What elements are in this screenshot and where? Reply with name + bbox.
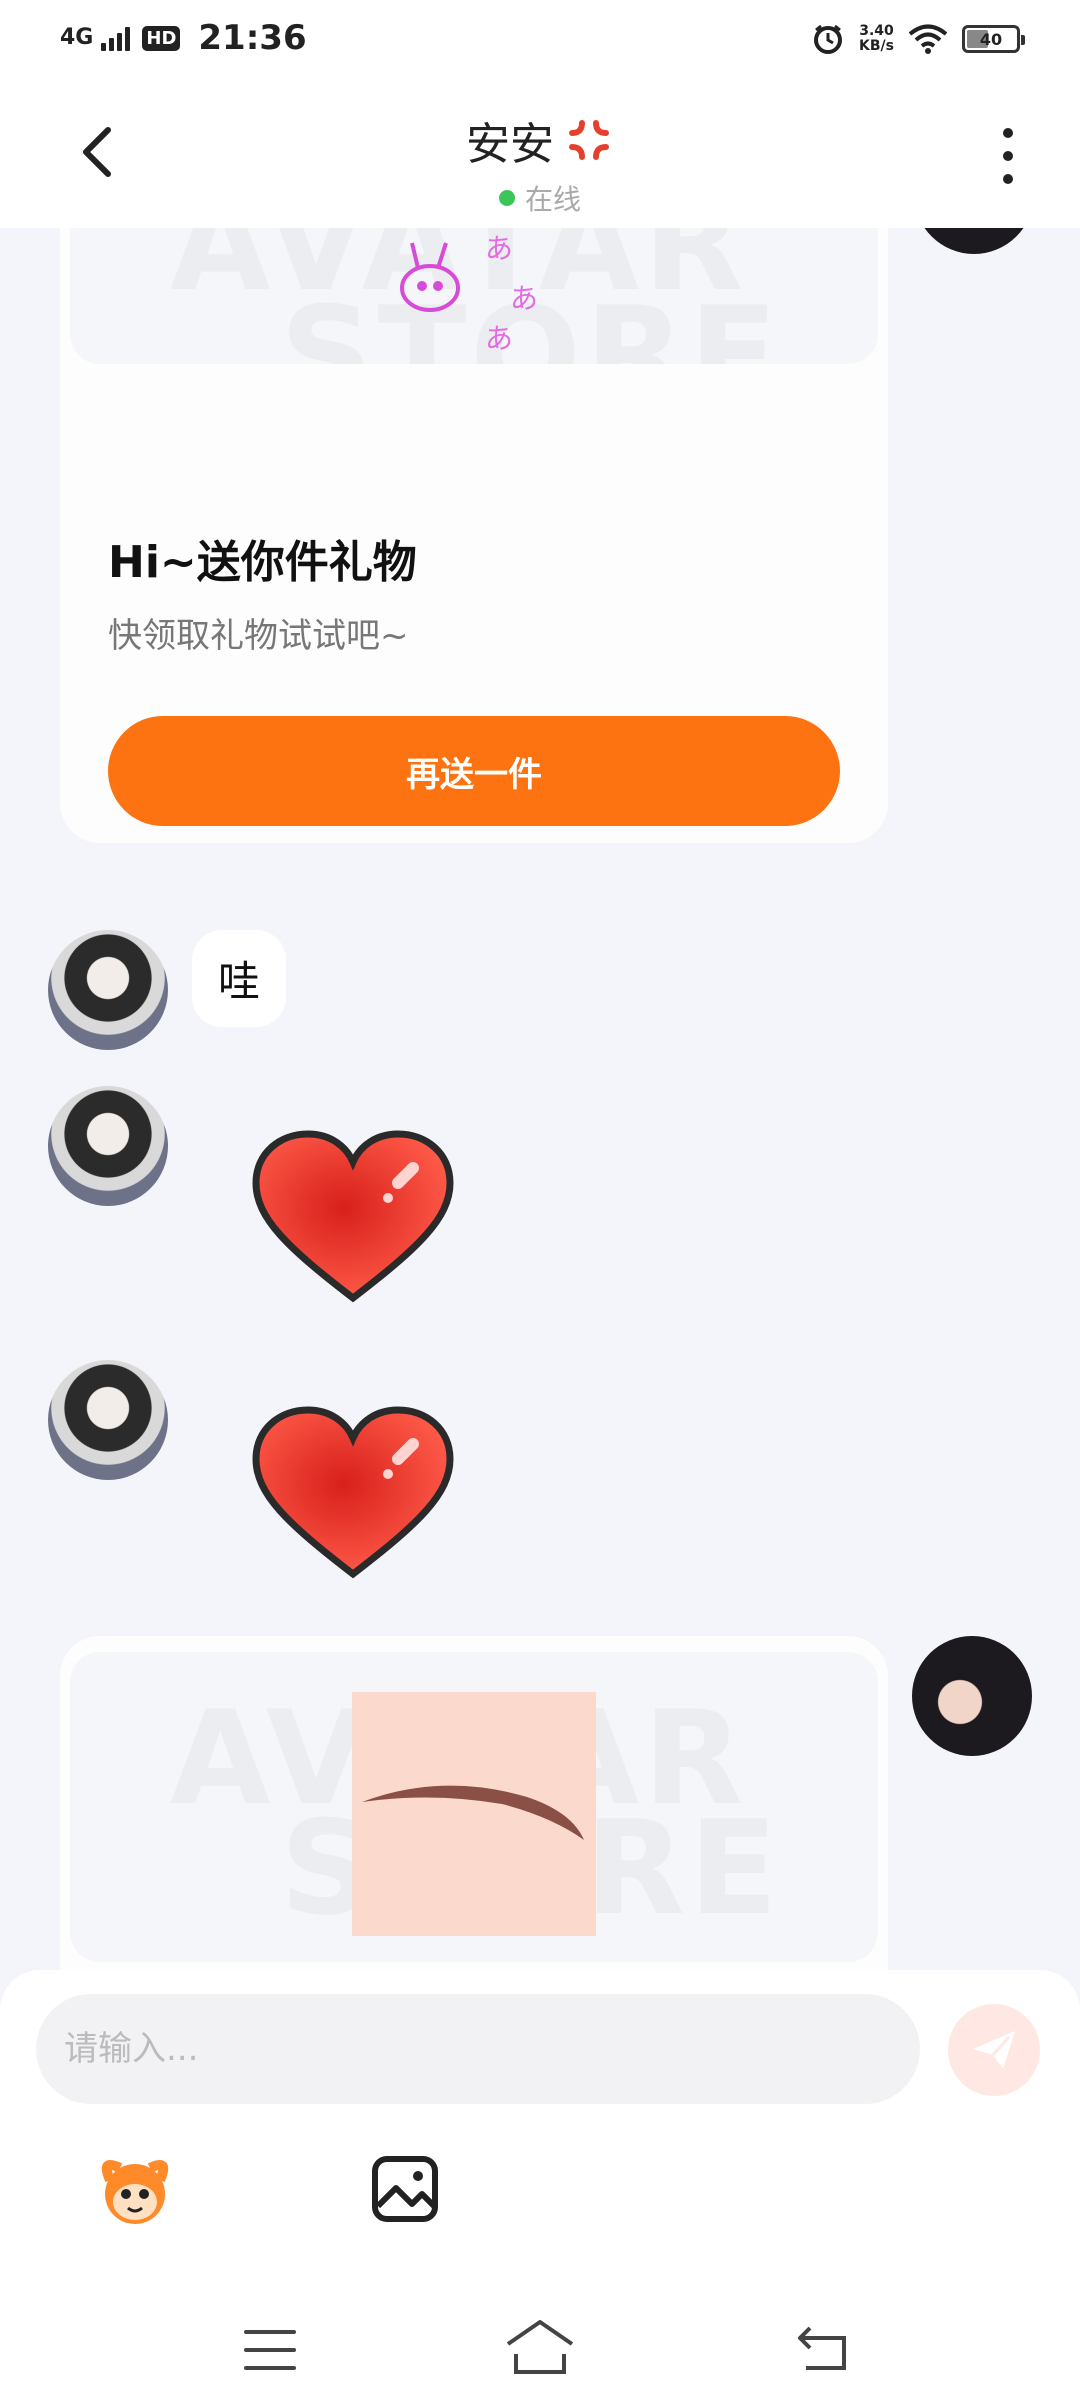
eyebrow-item-image: [352, 1692, 596, 1936]
gift-card: AVATAR STORE: [60, 1636, 888, 1970]
heart-sticker-icon[interactable]: [248, 1404, 458, 1584]
send-button[interactable]: [948, 2004, 1040, 2096]
status-bar: 4G HD 21:36 3.40 KB/s 40: [0, 0, 1080, 80]
online-status: 在线: [498, 178, 581, 218]
svg-text:あ: あ: [485, 232, 513, 265]
chat-title: 安安: [466, 108, 614, 172]
signal-icon: [101, 25, 131, 51]
gift-card: AVATAR STORE あ あ あ Hi~送你件礼物 快领取礼物试试吧~ 再送…: [60, 228, 888, 843]
contact-name: 安安: [466, 119, 554, 170]
contact-avatar[interactable]: [48, 1086, 168, 1206]
send-icon: [973, 2031, 1015, 2069]
chat-header: 安安 在线: [0, 80, 1080, 228]
more-options-icon[interactable]: [998, 128, 1018, 184]
message-bubble[interactable]: 哇: [192, 930, 287, 1027]
my-avatar[interactable]: [914, 228, 1034, 254]
net-speed: 3.40 KB/s: [859, 23, 894, 54]
contact-avatar[interactable]: [48, 930, 168, 1050]
send-another-gift-button[interactable]: 再送一件: [108, 716, 840, 826]
heart-sticker-icon[interactable]: [248, 1128, 458, 1308]
rabbit-sticker-icon: あ あ あ: [400, 232, 538, 355]
eyebrow-icon: [362, 1785, 584, 1840]
emoji-sticker-icon[interactable]: [90, 2150, 180, 2230]
nav-menu-button[interactable]: [244, 2330, 296, 2370]
network-type: 4G: [60, 25, 94, 50]
clock: 21:36: [198, 18, 307, 58]
contact-avatar[interactable]: [48, 1360, 168, 1480]
hd-badge: HD: [142, 25, 181, 51]
gift-card-subtitle: 快领取礼物试试吧~: [108, 616, 409, 656]
gift-image: AVATAR STORE: [70, 1652, 878, 1962]
anger-emoji-icon: [569, 120, 609, 160]
image-picker-icon[interactable]: [370, 2154, 440, 2224]
svg-text:あ: あ: [510, 282, 538, 315]
alarm-icon: [814, 24, 843, 54]
svg-text:あ: あ: [485, 322, 513, 355]
gift-card-title: Hi~送你件礼物: [108, 537, 417, 588]
my-avatar[interactable]: [912, 1636, 1032, 1756]
nav-home-icon[interactable]: [504, 2318, 576, 2376]
message-input[interactable]: [64, 2029, 920, 2069]
message-input-box[interactable]: [36, 1994, 920, 2104]
nav-back-icon[interactable]: [796, 2320, 850, 2372]
gift-image: AVATAR STORE あ あ あ: [70, 228, 878, 364]
online-dot-icon: [498, 190, 515, 206]
battery-icon: 40: [962, 25, 1025, 53]
wifi-icon: [908, 24, 948, 54]
message-list[interactable]: AVATAR STORE あ あ あ Hi~送你件礼物 快领取礼物试试吧~ 再送…: [0, 228, 1080, 1970]
